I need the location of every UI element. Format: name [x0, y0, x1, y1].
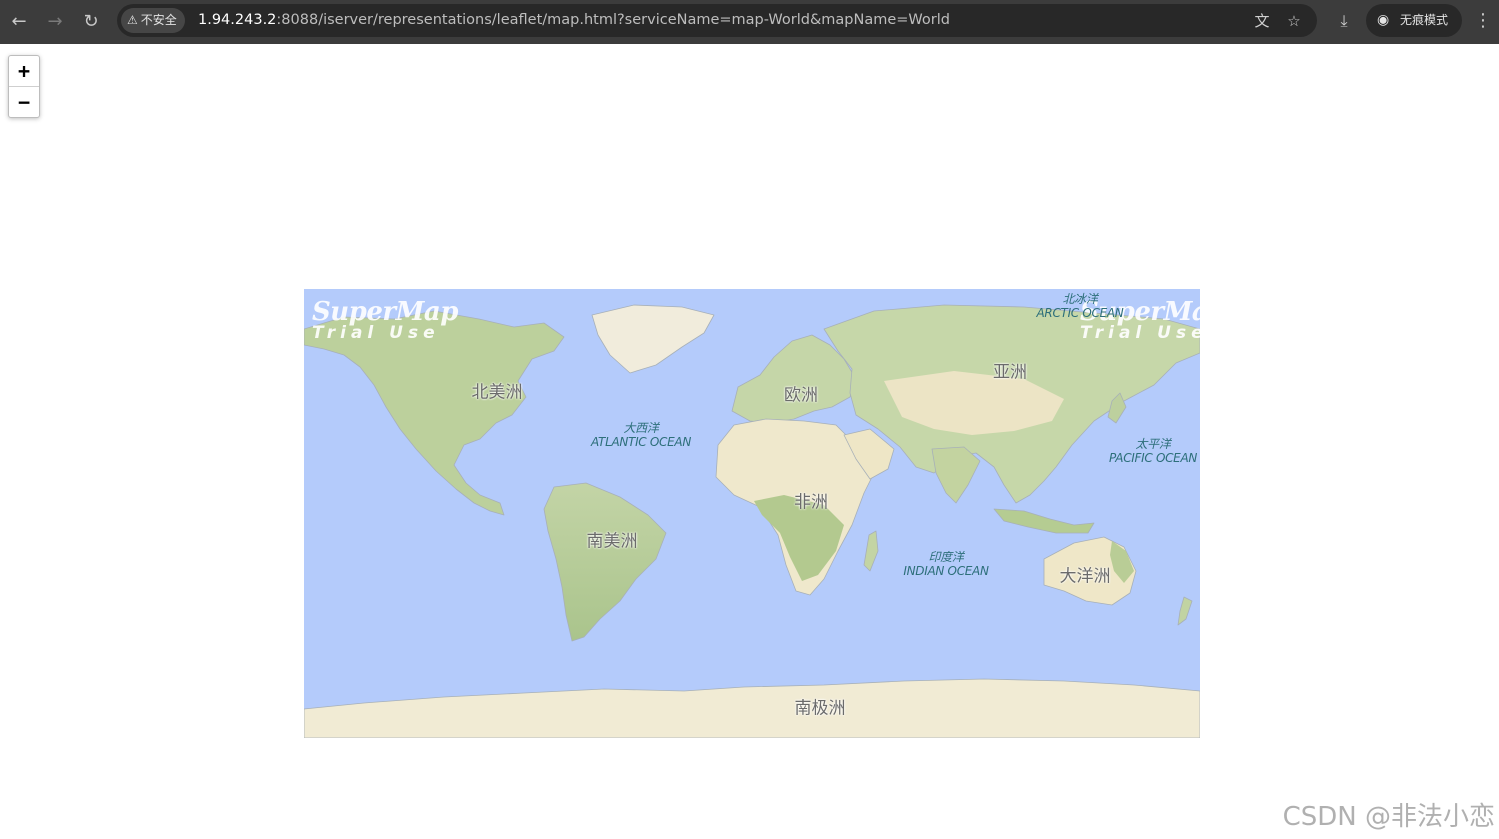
supermap-sub: Trial Use	[1080, 323, 1200, 343]
bookmark-star-icon[interactable]: ☆	[1283, 10, 1305, 32]
reload-icon[interactable]: ↻	[76, 7, 106, 37]
label-europe: 欧洲	[784, 385, 818, 406]
address-bar[interactable]: ⚠ 不安全 1.94.243.2:8088/iserver/representat…	[117, 4, 1317, 37]
label-south-america: 南美洲	[586, 531, 638, 552]
incognito-chip[interactable]: ◉ 无痕模式	[1366, 4, 1462, 37]
translate-icon[interactable]: 文	[1251, 10, 1273, 32]
security-chip[interactable]: ⚠ 不安全	[121, 8, 185, 33]
label-atlantic-ocean: 大西洋 ATLANTIC OCEAN	[591, 421, 691, 449]
security-label: 不安全	[140, 13, 177, 27]
warning-icon: ⚠	[127, 13, 138, 27]
label-africa: 非洲	[794, 492, 828, 513]
madagascar-landmass	[863, 530, 879, 572]
world-map[interactable]: SuperMap Trial Use SuperMap Trial Use 北美…	[304, 289, 1200, 738]
indian-en: INDIAN OCEAN	[903, 564, 989, 578]
download-icon[interactable]: ⤓	[1330, 7, 1358, 35]
incognito-icon: ◉	[1377, 12, 1390, 28]
new-zealand-landmass	[1177, 596, 1193, 626]
supermap-sub: Trial Use	[312, 323, 440, 343]
label-asia: 亚洲	[993, 362, 1027, 383]
url-host: 1.94.243.2	[198, 12, 277, 28]
pacific-zh: 太平洋	[1135, 437, 1171, 451]
supermap-watermark-left: SuperMap Trial Use	[312, 297, 458, 343]
india-landmass	[931, 446, 981, 504]
browser-toolbar: ← → ↻ ⚠ 不安全 1.94.243.2:8088/iserver/repre…	[0, 0, 1499, 44]
back-arrow-icon[interactable]: ←	[4, 7, 34, 37]
csdn-watermark: CSDN @非法小恋	[1282, 802, 1495, 832]
zoom-in-button[interactable]: +	[9, 56, 39, 87]
map-tiles	[304, 304, 1200, 738]
label-indian-ocean: 印度洋 INDIAN OCEAN	[903, 550, 989, 578]
indonesia-landmass	[993, 508, 1095, 534]
arctic-en: ARCTIC OCEAN	[1036, 306, 1124, 320]
arctic-zh: 北冰洋	[1062, 292, 1098, 306]
url-text[interactable]: 1.94.243.2:8088/iserver/representations/…	[198, 4, 950, 37]
label-pacific-ocean: 太平洋 PACIFIC OCEAN	[1109, 437, 1197, 465]
indian-zh: 印度洋	[928, 550, 964, 564]
south-america-landmass	[543, 482, 667, 642]
label-north-america: 北美洲	[471, 382, 523, 403]
atlantic-zh: 大西洋	[623, 421, 659, 435]
atlantic-en: ATLANTIC OCEAN	[591, 435, 691, 449]
greenland-landmass	[591, 304, 715, 374]
zoom-out-button[interactable]: −	[9, 87, 39, 117]
incognito-label: 无痕模式	[1400, 13, 1449, 27]
antarctica-landmass	[304, 678, 1200, 738]
zoom-control: + −	[8, 55, 40, 118]
url-path: :8088/iserver/representations/leaflet/ma…	[276, 12, 950, 28]
more-menu-icon[interactable]: ⋮	[1471, 7, 1495, 35]
pacific-en: PACIFIC OCEAN	[1108, 451, 1198, 465]
label-oceania: 大洋洲	[1059, 566, 1111, 587]
label-antarctica: 南极洲	[794, 698, 846, 719]
forward-arrow-icon[interactable]: →	[40, 7, 70, 37]
label-arctic-ocean: 北冰洋 ARCTIC OCEAN	[1037, 292, 1124, 320]
